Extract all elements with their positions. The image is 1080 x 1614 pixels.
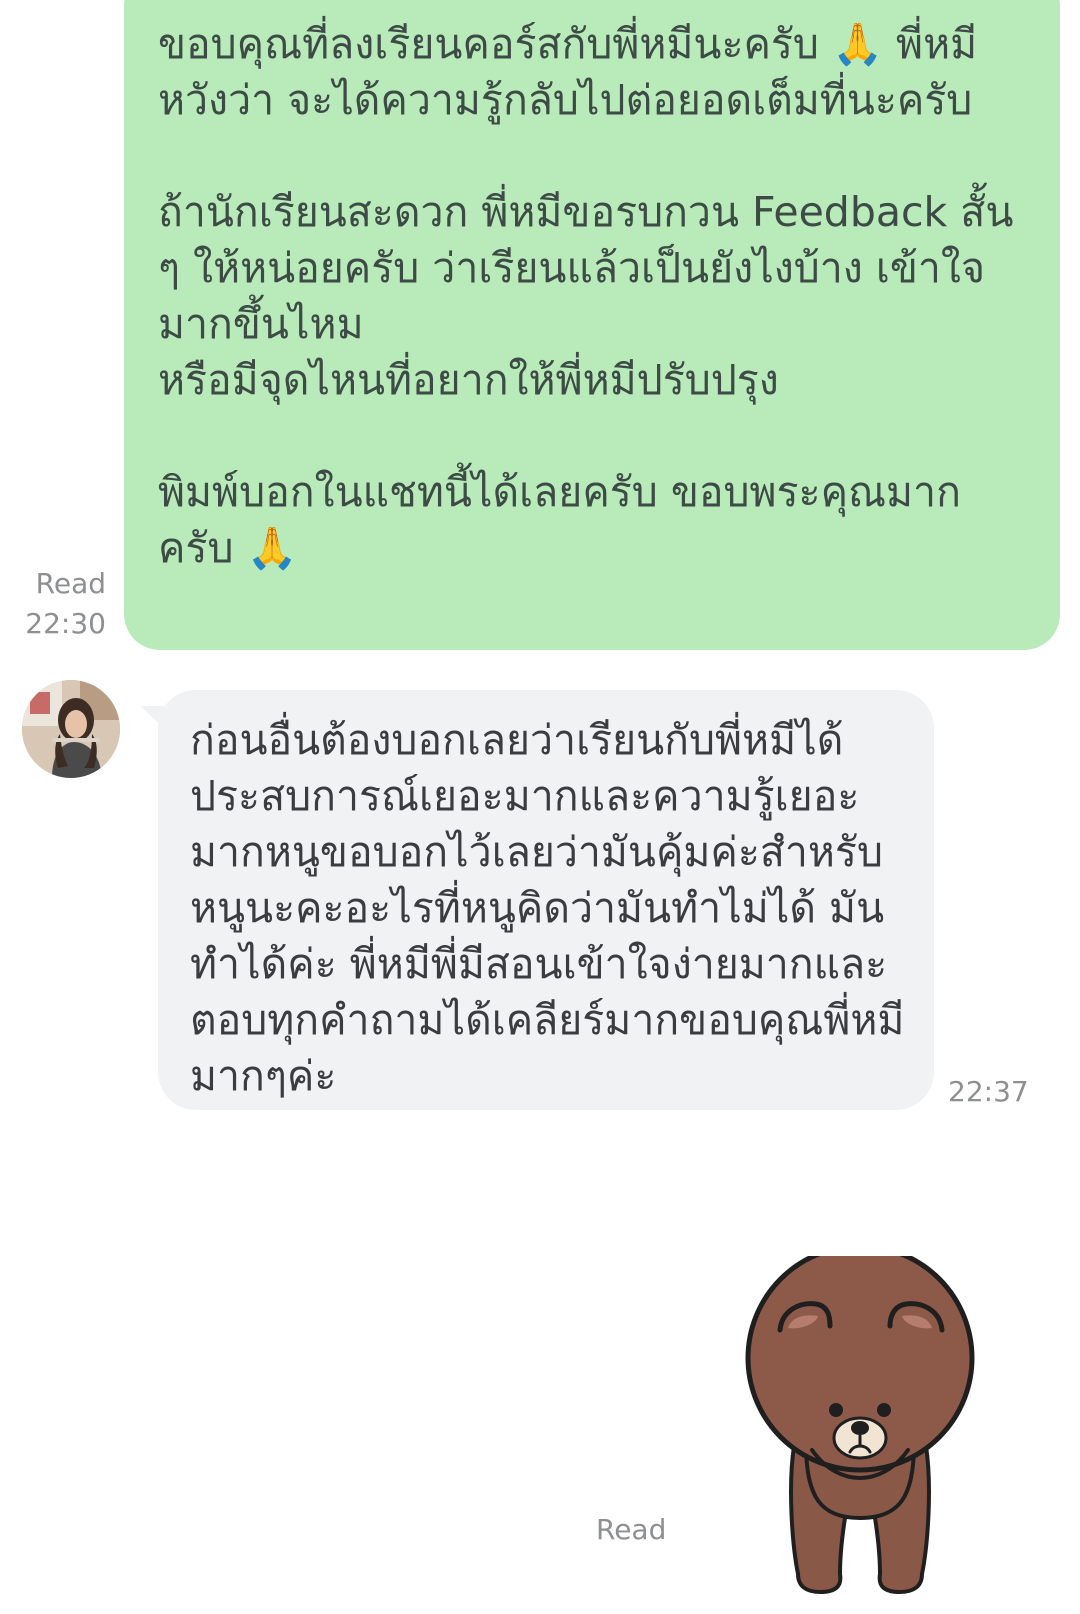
message-timestamp: 22:30 bbox=[25, 607, 106, 640]
chat-thread: ขอบคุณที่ลงเรียนคอร์สกับพี่หมีนะครับ 🙏 พ… bbox=[0, 0, 1080, 1614]
message-timestamp: 22:37 bbox=[948, 1075, 1029, 1108]
incoming-message-text: ก่อนอื่นต้องบอกเลยว่าเรียนกับพี่หมีได้ปร… bbox=[190, 716, 905, 1100]
avatar-photo-icon bbox=[22, 680, 120, 778]
outgoing-message-bubble[interactable]: ขอบคุณที่ลงเรียนคอร์สกับพี่หมีนะครับ 🙏 พ… bbox=[124, 0, 1060, 650]
bear-sticker[interactable] bbox=[736, 1243, 984, 1596]
outgoing-bubble-tail bbox=[1032, 0, 1056, 10]
read-receipt: Read bbox=[35, 567, 106, 600]
outgoing-message-text: ขอบคุณที่ลงเรียนคอร์สกับพี่หมีนะครับ 🙏 พ… bbox=[158, 20, 1014, 572]
contact-avatar[interactable] bbox=[22, 680, 120, 778]
incoming-message-bubble[interactable]: ก่อนอื่นต้องบอกเลยว่าเรียนกับพี่หมีได้ปร… bbox=[158, 690, 934, 1110]
read-receipt: Read bbox=[596, 1513, 667, 1546]
brown-bear-sticker-icon bbox=[745, 1243, 975, 1595]
